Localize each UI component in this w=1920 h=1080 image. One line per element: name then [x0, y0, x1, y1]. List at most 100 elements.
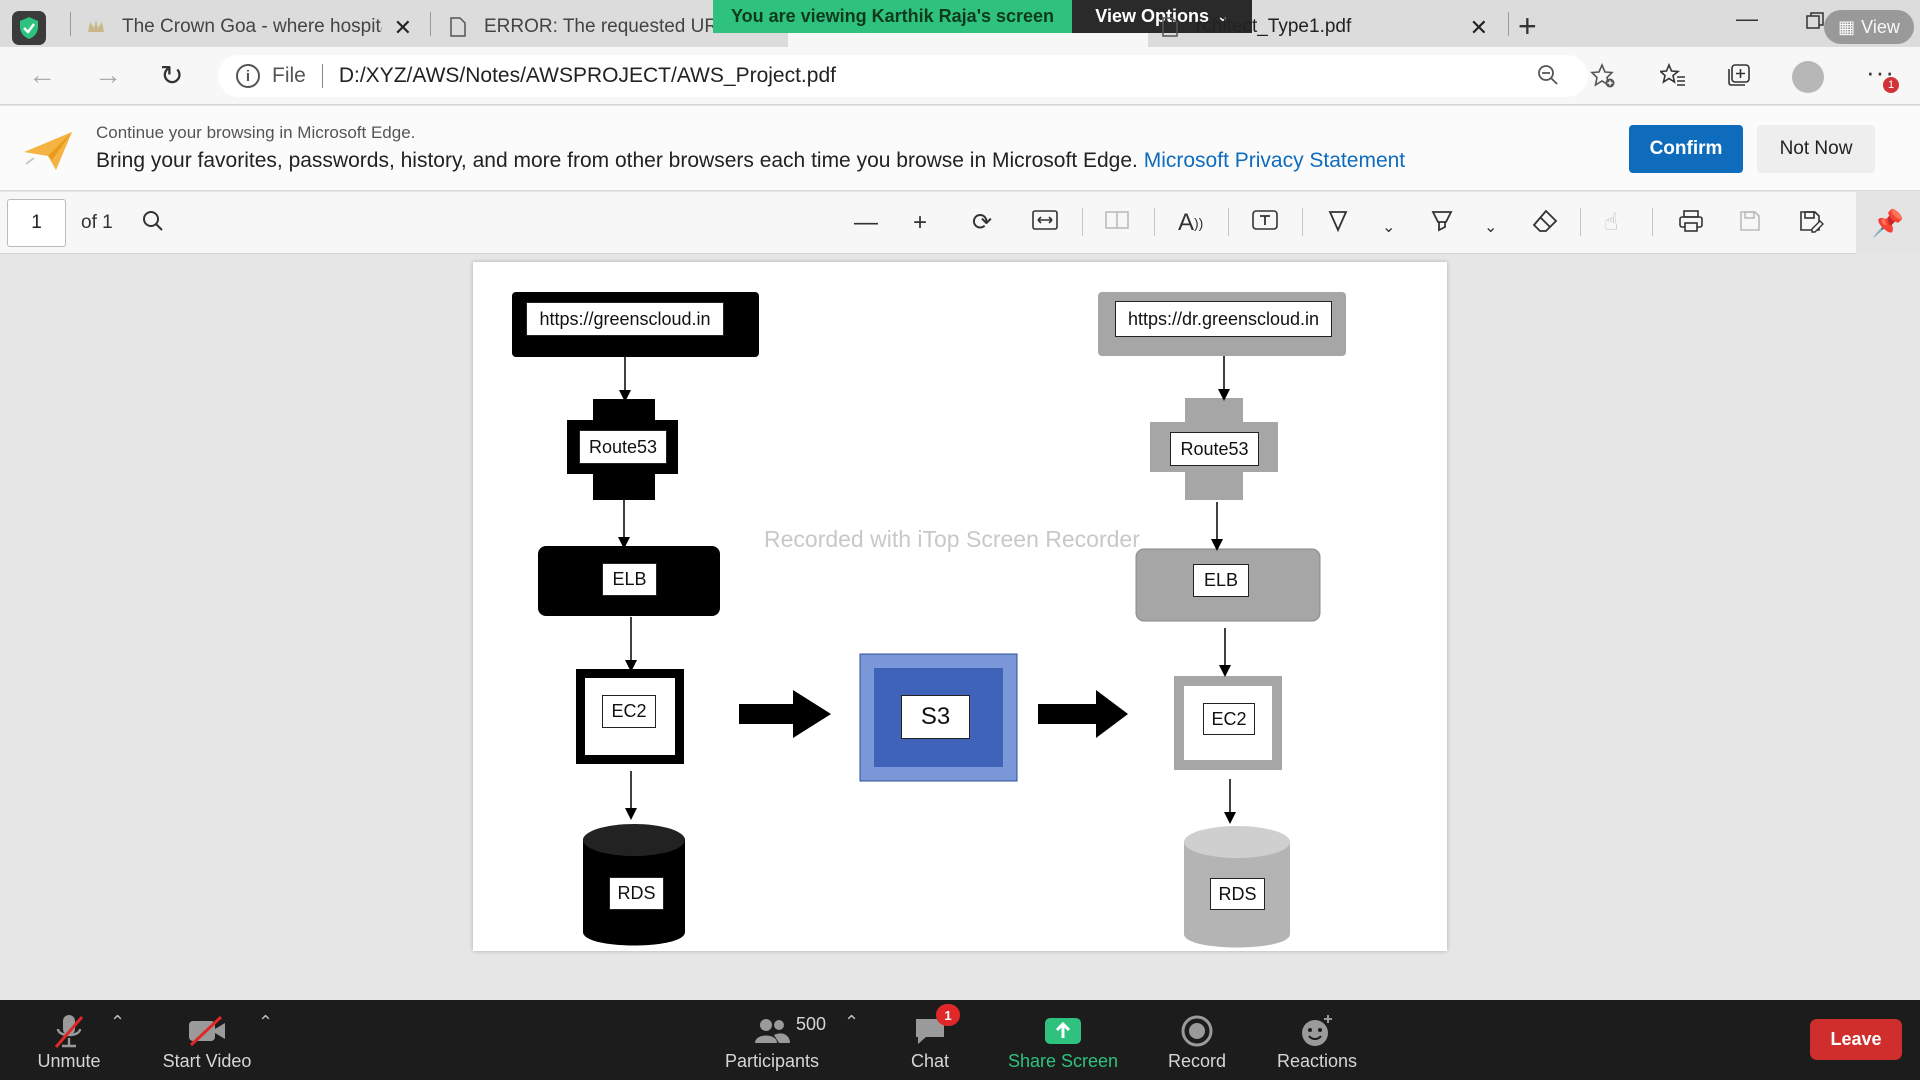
- toolbar-separator: [1302, 208, 1303, 236]
- edge-import-infobar: Continue your browsing in Microsoft Edge…: [0, 106, 1920, 191]
- rotate-icon[interactable]: ⟳: [972, 209, 992, 237]
- page-view-icon[interactable]: [1104, 209, 1130, 238]
- dr-url-label: https://dr.greenscloud.in: [1115, 301, 1332, 337]
- video-off-icon: [187, 1011, 227, 1051]
- address-bar: ← → ↻ i File D:/XYZ/AWS/Notes/AWSPROJECT…: [0, 47, 1920, 105]
- add-favorite-icon[interactable]: [1590, 62, 1616, 96]
- record-icon: [1180, 1011, 1214, 1051]
- muted-microphone-icon: [52, 1011, 86, 1051]
- tab-title: The Crown Goa - where hospital: [122, 15, 382, 37]
- eraser-icon[interactable]: [1532, 209, 1558, 240]
- privacy-statement-link[interactable]: Microsoft Privacy Statement: [1144, 149, 1405, 172]
- pdf-toolbar: 1 of 1 — + ⟳ A)) ⌄ ⌄ ☝ 📌: [0, 192, 1920, 254]
- primary-route53-label: Route53: [579, 430, 667, 464]
- notification-badge: 1: [1883, 77, 1899, 93]
- page-count-label: of 1: [81, 212, 113, 233]
- draw-icon[interactable]: [1326, 209, 1350, 240]
- record-button[interactable]: Record: [1160, 1000, 1234, 1080]
- pdf-icon: [1160, 16, 1180, 38]
- text-box-icon[interactable]: [1252, 209, 1278, 238]
- page-number-input[interactable]: 1: [7, 199, 66, 247]
- zoom-meeting-controls: Unmute ⌃ Start Video ⌃ Participants 500 …: [0, 1000, 1920, 1080]
- info-icon[interactable]: i: [236, 64, 260, 88]
- close-icon[interactable]: ✕: [1470, 15, 1488, 41]
- unmute-label: Unmute: [37, 1051, 101, 1071]
- tab-separator: [1508, 12, 1509, 36]
- toolbar-separator: [1082, 208, 1083, 236]
- record-label: Record: [1167, 1051, 1227, 1071]
- start-video-button[interactable]: Start Video: [152, 1000, 262, 1080]
- favorites-icon[interactable]: [1658, 62, 1686, 94]
- url-field[interactable]: i File D:/XYZ/AWS/Notes/AWSPROJECT/AWS_P…: [218, 55, 1588, 97]
- infobar-message-text: Bring your favorites, passwords, history…: [96, 149, 1138, 172]
- toolbar-separator: [1652, 208, 1653, 236]
- share-screen-icon: [1043, 1011, 1083, 1051]
- view-label: View: [1861, 16, 1900, 37]
- video-options-caret-icon[interactable]: ⌃: [258, 1012, 273, 1033]
- participants-caret-icon[interactable]: ⌃: [844, 1012, 859, 1033]
- share-screen-button[interactable]: Share Screen: [1002, 1000, 1124, 1080]
- touch-icon[interactable]: ☝: [1604, 209, 1619, 237]
- share-screen-label: Share Screen: [1007, 1051, 1119, 1071]
- save-as-icon[interactable]: [1798, 209, 1824, 240]
- primary-rds-top: [583, 824, 685, 856]
- zoom-view-button[interactable]: ▦ View: [1824, 10, 1914, 44]
- fit-width-icon[interactable]: [1032, 209, 1058, 238]
- pdf-page: https://greenscloud.in Route53 ELB EC2 R…: [473, 262, 1447, 951]
- url-scheme-label: File: [272, 64, 306, 87]
- not-now-button[interactable]: Not Now: [1757, 125, 1875, 173]
- close-icon[interactable]: ✕: [394, 15, 412, 41]
- pin-toolbar-icon[interactable]: 📌: [1856, 192, 1920, 254]
- profile-avatar[interactable]: [1792, 61, 1824, 93]
- arrow-ec2-to-s3-body: [739, 704, 795, 724]
- tab-architect-pdf[interactable]: rchitect_Type1.pdf ✕: [1160, 6, 1500, 47]
- confirm-button[interactable]: Confirm: [1629, 125, 1743, 173]
- browser-shield-icon[interactable]: [12, 11, 46, 45]
- refresh-icon[interactable]: ↻: [160, 59, 183, 92]
- toolbar-separator: [1580, 208, 1581, 236]
- dr-route53-label: Route53: [1170, 432, 1259, 466]
- reactions-icon: [1299, 1011, 1335, 1051]
- new-tab-icon[interactable]: +: [1518, 8, 1537, 45]
- search-icon[interactable]: [141, 209, 165, 240]
- start-video-label: Start Video: [162, 1051, 252, 1071]
- chevron-down-icon[interactable]: ⌄: [1484, 214, 1497, 242]
- restore-icon[interactable]: [1806, 10, 1824, 36]
- save-icon[interactable]: [1738, 209, 1762, 240]
- tab-crown-goa[interactable]: The Crown Goa - where hospital ✕: [86, 6, 424, 47]
- screen-share-banner: You are viewing Karthik Raja's screen: [713, 0, 1072, 33]
- url-text[interactable]: D:/XYZ/AWS/Notes/AWSPROJECT/AWS_Project.…: [339, 64, 836, 88]
- chevron-down-icon[interactable]: ⌄: [1382, 214, 1395, 242]
- unmute-button[interactable]: Unmute: [26, 1000, 112, 1080]
- dr-ec2-label: EC2: [1203, 703, 1255, 735]
- toolbar-separator: [1154, 208, 1155, 236]
- favicon-icon: [86, 16, 106, 38]
- leave-button[interactable]: Leave: [1810, 1019, 1902, 1060]
- dr-rds-label: RDS: [1210, 878, 1265, 910]
- tab-strip: The Crown Goa - where hospital ✕ ERROR: …: [0, 0, 1920, 47]
- zoom-out-icon[interactable]: [1536, 63, 1560, 94]
- paper-plane-icon: [22, 128, 76, 174]
- chat-label: Chat: [910, 1051, 950, 1071]
- primary-url-label: https://greenscloud.in: [526, 302, 724, 336]
- reactions-button[interactable]: Reactions: [1270, 1000, 1364, 1080]
- primary-ec2-label: EC2: [602, 695, 656, 728]
- arrow-s3-to-dr: [1038, 690, 1128, 738]
- page-icon: [448, 16, 468, 38]
- forward-icon[interactable]: →: [94, 59, 122, 91]
- primary-elb-label: ELB: [602, 563, 657, 596]
- collections-icon[interactable]: [1726, 63, 1752, 94]
- audio-options-caret-icon[interactable]: ⌃: [110, 1012, 125, 1033]
- minimize-icon[interactable]: —: [1736, 6, 1758, 32]
- back-icon[interactable]: ←: [28, 59, 56, 91]
- participants-button[interactable]: Participants: [716, 1000, 828, 1080]
- toolbar-separator: [1228, 208, 1229, 236]
- chat-badge: 1: [936, 1004, 960, 1026]
- read-aloud-icon[interactable]: A)): [1178, 209, 1203, 237]
- zoom-out-icon[interactable]: —: [854, 209, 878, 237]
- print-icon[interactable]: [1678, 209, 1704, 240]
- participants-icon: [752, 1011, 792, 1051]
- highlight-icon[interactable]: [1430, 209, 1454, 240]
- zoom-in-icon[interactable]: +: [913, 209, 927, 237]
- infobar-message: Bring your favorites, passwords, history…: [96, 149, 1405, 173]
